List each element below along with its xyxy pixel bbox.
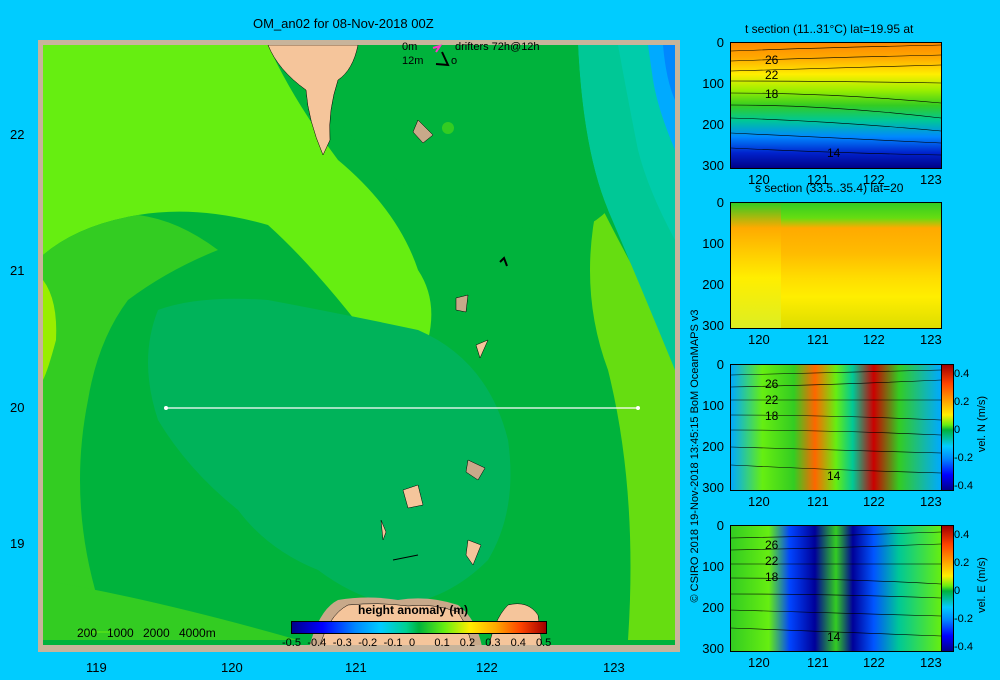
- bathy-label: 2000: [143, 626, 170, 640]
- panel-x-tick: 120: [748, 332, 770, 347]
- contour-label: 22: [765, 393, 779, 407]
- vel-e-section-plot: 26 22 18 14: [730, 525, 942, 652]
- contour-label: 26: [765, 53, 779, 67]
- vel-n-section-plot: 26 22 18 14: [730, 364, 942, 491]
- contour-label: 22: [765, 68, 779, 82]
- legend-depth-0m: 0m: [402, 41, 418, 53]
- panel-colorbar-tick: 0: [954, 585, 961, 597]
- panel-x-tick: 120: [748, 494, 770, 509]
- colorbar-tick-label: 0.5: [536, 637, 552, 649]
- vel-e-colorbar: [941, 525, 954, 652]
- map-x-tick: 123: [603, 660, 625, 675]
- credit-text: © CSIRO 2018 19-Nov-2018 13:45:15 BoM Oc…: [689, 309, 701, 603]
- height-anomaly-colorbar: [291, 621, 547, 634]
- panel-colorbar-tick: 0.4: [954, 529, 970, 541]
- contour-label: 22: [765, 554, 779, 568]
- colorbar-tick-label: -0.3: [332, 637, 352, 649]
- legend-depth-12m: 12m: [402, 55, 424, 67]
- panel-x-tick: 120: [748, 172, 770, 187]
- panel-y-tick: 100: [702, 236, 724, 251]
- panel-y-tick: 0: [716, 195, 724, 210]
- contour-label: 18: [765, 409, 779, 423]
- map-y-tick: 21: [10, 263, 25, 278]
- panel-y-tick: 300: [702, 158, 724, 173]
- panel-colorbar-tick: -0.4: [954, 641, 973, 653]
- panel-colorbar-tick: -0.4: [954, 480, 973, 492]
- contour-label: 18: [765, 570, 779, 584]
- panel-y-tick: 0: [716, 35, 724, 50]
- map-y-tick: 20: [10, 400, 25, 415]
- map-y-tick: 19: [10, 536, 25, 551]
- contour-label: 18: [765, 87, 779, 101]
- colorbar-title: height anomaly (m): [358, 603, 469, 617]
- vel-n-colorbar-label: vel. N (m/s): [976, 395, 988, 453]
- colorbar-tick-label: -0.4: [307, 637, 327, 649]
- panel-x-tick: 121: [807, 332, 829, 347]
- height-anomaly-map: [38, 40, 680, 652]
- panel-x-tick: 122: [863, 332, 885, 347]
- panel-colorbar-tick: 0.2: [954, 557, 970, 569]
- map-title: OM_an02 for 08-Nov-2018 00Z: [253, 16, 434, 31]
- colorbar-tick-label: -0.2: [358, 637, 378, 649]
- map-y-tick: 22: [10, 127, 25, 142]
- colorbar-tick-label: 0.1: [434, 637, 450, 649]
- panel-x-tick: 122: [863, 494, 885, 509]
- s-section-plot: [730, 202, 942, 329]
- panel-x-tick: 123: [920, 332, 942, 347]
- panel-colorbar-tick: 0.4: [954, 368, 970, 380]
- panel-x-tick: 123: [920, 655, 942, 670]
- panel-colorbar-tick: -0.2: [954, 452, 973, 464]
- colorbar-tick-label: 0.4: [510, 637, 526, 649]
- t-section-plot: 26 22 18 14: [730, 42, 942, 169]
- vel-n-colorbar: [941, 364, 954, 491]
- bathy-label: 1000: [107, 626, 134, 640]
- panel-x-tick: 123: [920, 494, 942, 509]
- panel-x-tick: 121: [807, 494, 829, 509]
- legend-drifters-label: drifters 72h@12h: [455, 41, 540, 53]
- panel-colorbar-tick: 0.2: [954, 396, 970, 408]
- map-x-tick: 121: [345, 660, 367, 675]
- panel-y-tick: 200: [702, 117, 724, 132]
- panel-x-tick: 121: [807, 172, 829, 187]
- vel-e-colorbar-label: vel. E (m/s): [976, 557, 988, 613]
- panel-x-tick: 122: [863, 172, 885, 187]
- colorbar-tick-label: 0.2: [459, 637, 476, 649]
- panel-x-tick: 123: [920, 172, 942, 187]
- map-x-tick: 119: [86, 660, 107, 675]
- panel-t-title: t section (11..31°C) lat=19.95 at: [745, 22, 914, 36]
- colorbar-tick-label: -0.5: [282, 637, 301, 649]
- contour-label: 26: [765, 377, 779, 391]
- map-x-tick: 120: [221, 660, 243, 675]
- bathy-label: 4000m: [179, 626, 216, 640]
- colorbar-tick-label: 0: [409, 637, 416, 649]
- legend-o-label: o: [451, 55, 458, 67]
- panel-y-tick: 100: [702, 76, 724, 91]
- contour-label: 14: [827, 146, 841, 160]
- panel-x-tick: 122: [863, 655, 885, 670]
- bathy-label: 200: [77, 626, 98, 640]
- contour-label: 14: [827, 630, 841, 644]
- panel-x-tick: 120: [748, 655, 770, 670]
- contour-label: 26: [765, 538, 779, 552]
- colorbar-tick-label: -0.1: [383, 637, 403, 649]
- panel-colorbar-tick: -0.2: [954, 613, 973, 625]
- map-x-tick: 122: [476, 660, 498, 675]
- panel-x-tick: 121: [807, 655, 829, 670]
- panel-colorbar-tick: 0: [954, 424, 961, 436]
- contour-label: 14: [827, 469, 841, 483]
- colorbar-tick-label: 0.3: [485, 637, 501, 649]
